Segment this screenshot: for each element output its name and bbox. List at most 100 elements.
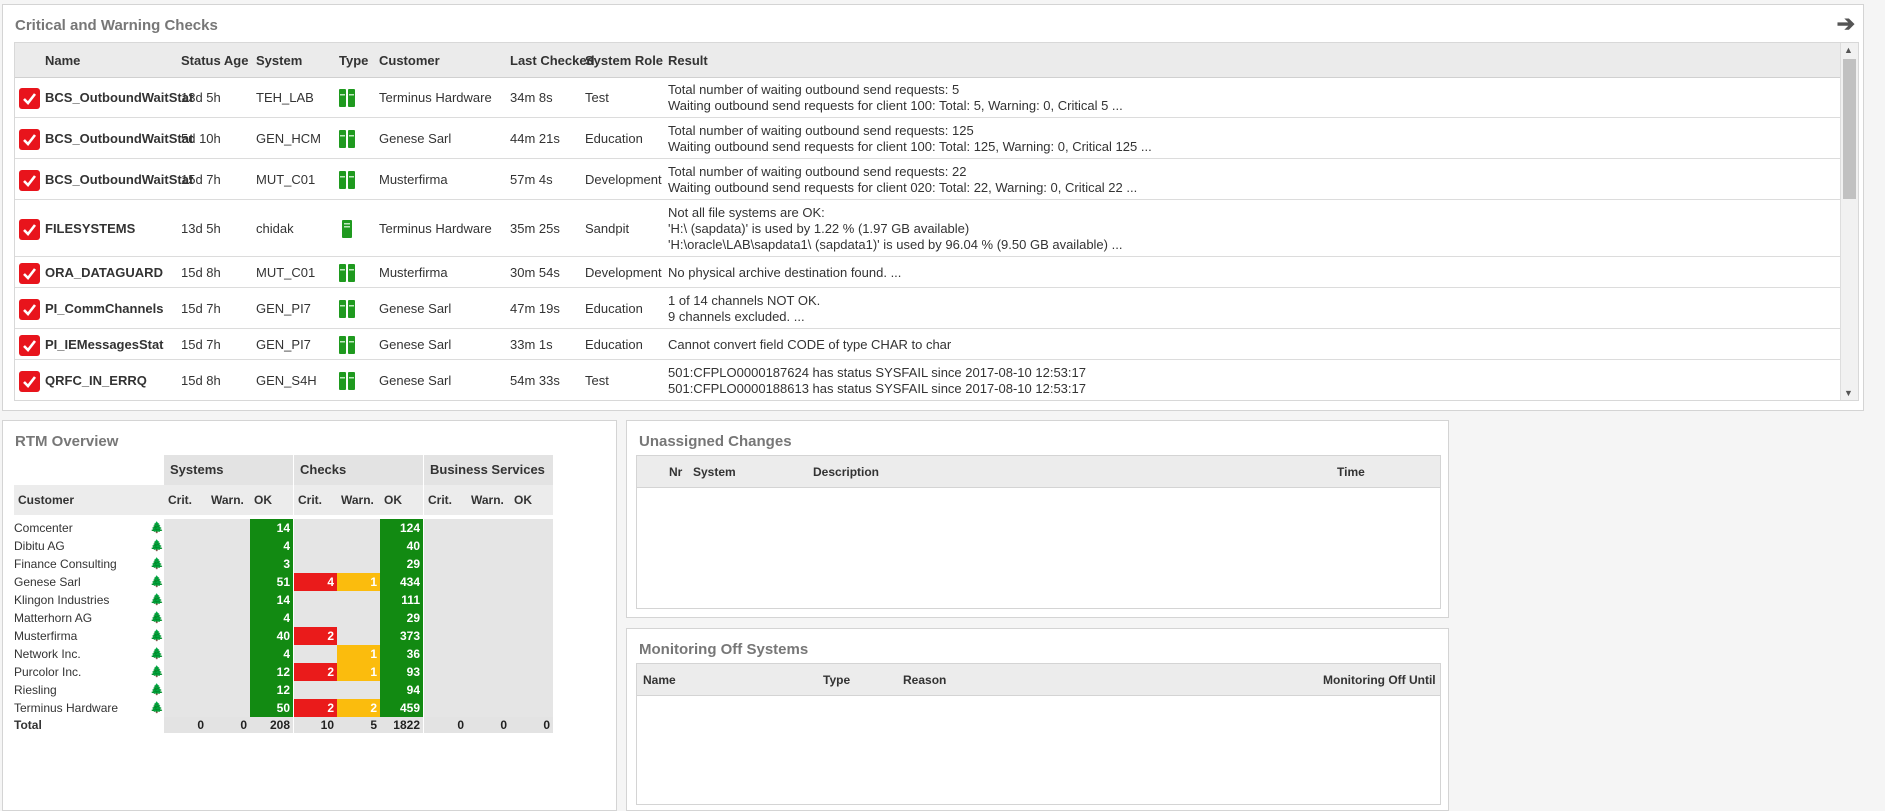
chk-crit-cell[interactable]: 2 xyxy=(294,663,337,681)
critical-check-icon[interactable] xyxy=(19,129,40,150)
sys-ok-cell[interactable]: 14 xyxy=(250,591,293,609)
table-row[interactable]: FILESYSTEMS 13d 5h chidak Terminus Hardware… xyxy=(15,200,1842,257)
critical-check-icon[interactable] xyxy=(19,170,40,191)
customer-name[interactable]: Dibitu AG xyxy=(14,537,65,555)
col-time[interactable]: Time xyxy=(1337,465,1365,479)
customer-name[interactable]: Purcolor Inc. xyxy=(14,663,81,681)
chk-warn-cell[interactable] xyxy=(337,591,380,609)
system[interactable]: GEN_PI7 xyxy=(256,337,311,352)
tree-icon[interactable]: 🌲 xyxy=(150,557,164,570)
chk-warn-cell[interactable] xyxy=(337,681,380,699)
col-customer[interactable]: Customer xyxy=(379,53,440,68)
check-name[interactable]: BCS_OutboundWaitStat xyxy=(45,90,193,105)
sys-ok-cell[interactable]: 14 xyxy=(250,519,293,537)
chk-crit-cell[interactable]: 2 xyxy=(294,627,337,645)
col-nr[interactable]: Nr xyxy=(669,465,682,479)
sys-ok-cell[interactable]: 4 xyxy=(250,645,293,663)
tree-icon[interactable]: 🌲 xyxy=(150,665,164,678)
customer-name[interactable]: Terminus Hardware xyxy=(14,699,118,717)
chk-crit-cell[interactable]: 4 xyxy=(294,573,337,591)
chk-warn-cell[interactable]: 1 xyxy=(337,663,380,681)
chk-warn-cell[interactable] xyxy=(337,537,380,555)
check-name[interactable]: PI_IEMessagesStat xyxy=(45,337,164,352)
critical-check-icon[interactable] xyxy=(19,263,40,284)
chk-ok-cell[interactable]: 36 xyxy=(380,645,423,663)
chk-crit-cell[interactable]: 2 xyxy=(294,699,337,717)
chk-ok-cell[interactable]: 124 xyxy=(380,519,423,537)
chk-crit-cell[interactable] xyxy=(294,645,337,663)
chk-ok-cell[interactable]: 111 xyxy=(380,591,423,609)
tree-icon[interactable]: 🌲 xyxy=(150,611,164,624)
system[interactable]: MUT_C01 xyxy=(256,265,315,280)
chk-crit-cell[interactable] xyxy=(294,537,337,555)
chk-crit-cell[interactable] xyxy=(294,555,337,573)
table-row[interactable]: PI_CommChannels 15d 7h GEN_PI7 Genese Sarl 4… xyxy=(15,288,1842,329)
scrollbar-thumb[interactable] xyxy=(1843,59,1856,199)
table-row[interactable]: QRFC_IN_ERRQ 15d 8h GEN_S4H Genese Sarl 54m … xyxy=(15,360,1842,400)
col-system[interactable]: System xyxy=(256,53,302,68)
col-type[interactable]: Type xyxy=(823,673,850,687)
sys-ok-cell[interactable]: 12 xyxy=(250,681,293,699)
vertical-scrollbar[interactable]: ▲ ▼ xyxy=(1840,43,1858,400)
col-result[interactable]: Result xyxy=(668,53,708,68)
check-name[interactable]: ORA_DATAGUARD xyxy=(45,265,163,280)
system[interactable]: TEH_LAB xyxy=(256,90,314,105)
chk-ok-cell[interactable]: 93 xyxy=(380,663,423,681)
table-row[interactable]: ORA_DATAGUARD 15d 8h MUT_C01 Musterfirma 30m… xyxy=(15,257,1842,288)
check-name[interactable]: PI_CommChannels xyxy=(45,301,163,316)
tree-icon[interactable]: 🌲 xyxy=(150,593,164,606)
sys-ok-cell[interactable]: 12 xyxy=(250,663,293,681)
col-description[interactable]: Description xyxy=(813,465,879,479)
tree-icon[interactable]: 🌲 xyxy=(150,701,164,714)
customer-name[interactable]: Musterfirma xyxy=(14,627,77,645)
critical-check-icon[interactable] xyxy=(19,371,40,392)
tree-icon[interactable]: 🌲 xyxy=(150,539,164,552)
system[interactable]: GEN_S4H xyxy=(256,373,317,388)
customer-name[interactable]: Network Inc. xyxy=(14,645,81,663)
sys-ok-cell[interactable]: 50 xyxy=(250,699,293,717)
customer-name[interactable]: Riesling xyxy=(14,681,57,699)
chk-warn-cell[interactable] xyxy=(337,519,380,537)
tree-icon[interactable]: 🌲 xyxy=(150,647,164,660)
sys-ok-cell[interactable]: 51 xyxy=(250,573,293,591)
sys-ok-cell[interactable]: 4 xyxy=(250,609,293,627)
system[interactable]: GEN_HCM xyxy=(256,131,321,146)
table-row[interactable]: BCS_OutboundWaitStat 5d 10h GEN_HCM Genese … xyxy=(15,118,1842,159)
chk-ok-cell[interactable]: 459 xyxy=(380,699,423,717)
table-row[interactable]: BCS_OutboundWaitStat 13d 5h TEH_LAB Terminu… xyxy=(15,77,1842,118)
arrow-right-icon[interactable]: ➔ xyxy=(1837,11,1855,37)
check-name[interactable]: FILESYSTEMS xyxy=(45,221,135,236)
critical-check-icon[interactable] xyxy=(19,219,40,240)
customer-name[interactable]: Genese Sarl xyxy=(14,573,81,591)
table-row[interactable]: BCS_OutboundWaitStat 15d 7h MUT_C01 Musterf… xyxy=(15,159,1842,200)
chk-warn-cell[interactable] xyxy=(337,627,380,645)
tree-icon[interactable]: 🌲 xyxy=(150,575,164,588)
col-monitoring-off-until[interactable]: Monitoring Off Until xyxy=(1323,673,1436,687)
system[interactable]: MUT_C01 xyxy=(256,172,315,187)
col-system-role[interactable]: System Role xyxy=(585,53,663,68)
col-name[interactable]: Name xyxy=(45,53,80,68)
customer-name[interactable]: Finance Consulting xyxy=(14,555,117,573)
col-status-age[interactable]: Status Age xyxy=(181,53,248,68)
chk-crit-cell[interactable] xyxy=(294,681,337,699)
chk-ok-cell[interactable]: 94 xyxy=(380,681,423,699)
tree-icon[interactable]: 🌲 xyxy=(150,521,164,534)
col-last-checked[interactable]: Last Checked xyxy=(510,53,595,68)
check-name[interactable]: QRFC_IN_ERRQ xyxy=(45,373,147,388)
chk-warn-cell[interactable] xyxy=(337,555,380,573)
tree-icon[interactable]: 🌲 xyxy=(150,683,164,696)
chk-crit-cell[interactable] xyxy=(294,519,337,537)
sys-ok-cell[interactable]: 40 xyxy=(250,627,293,645)
chk-crit-cell[interactable] xyxy=(294,591,337,609)
col-name[interactable]: Name xyxy=(643,673,676,687)
chk-ok-cell[interactable]: 373 xyxy=(380,627,423,645)
system[interactable]: GEN_PI7 xyxy=(256,301,311,316)
scroll-down-icon[interactable]: ▼ xyxy=(1844,388,1853,398)
chk-warn-cell[interactable]: 1 xyxy=(337,573,380,591)
chk-ok-cell[interactable]: 29 xyxy=(380,609,423,627)
customer-name[interactable]: Comcenter xyxy=(14,519,73,537)
chk-crit-cell[interactable] xyxy=(294,609,337,627)
chk-ok-cell[interactable]: 40 xyxy=(380,537,423,555)
critical-check-icon[interactable] xyxy=(19,88,40,109)
col-type[interactable]: Type xyxy=(339,53,368,68)
